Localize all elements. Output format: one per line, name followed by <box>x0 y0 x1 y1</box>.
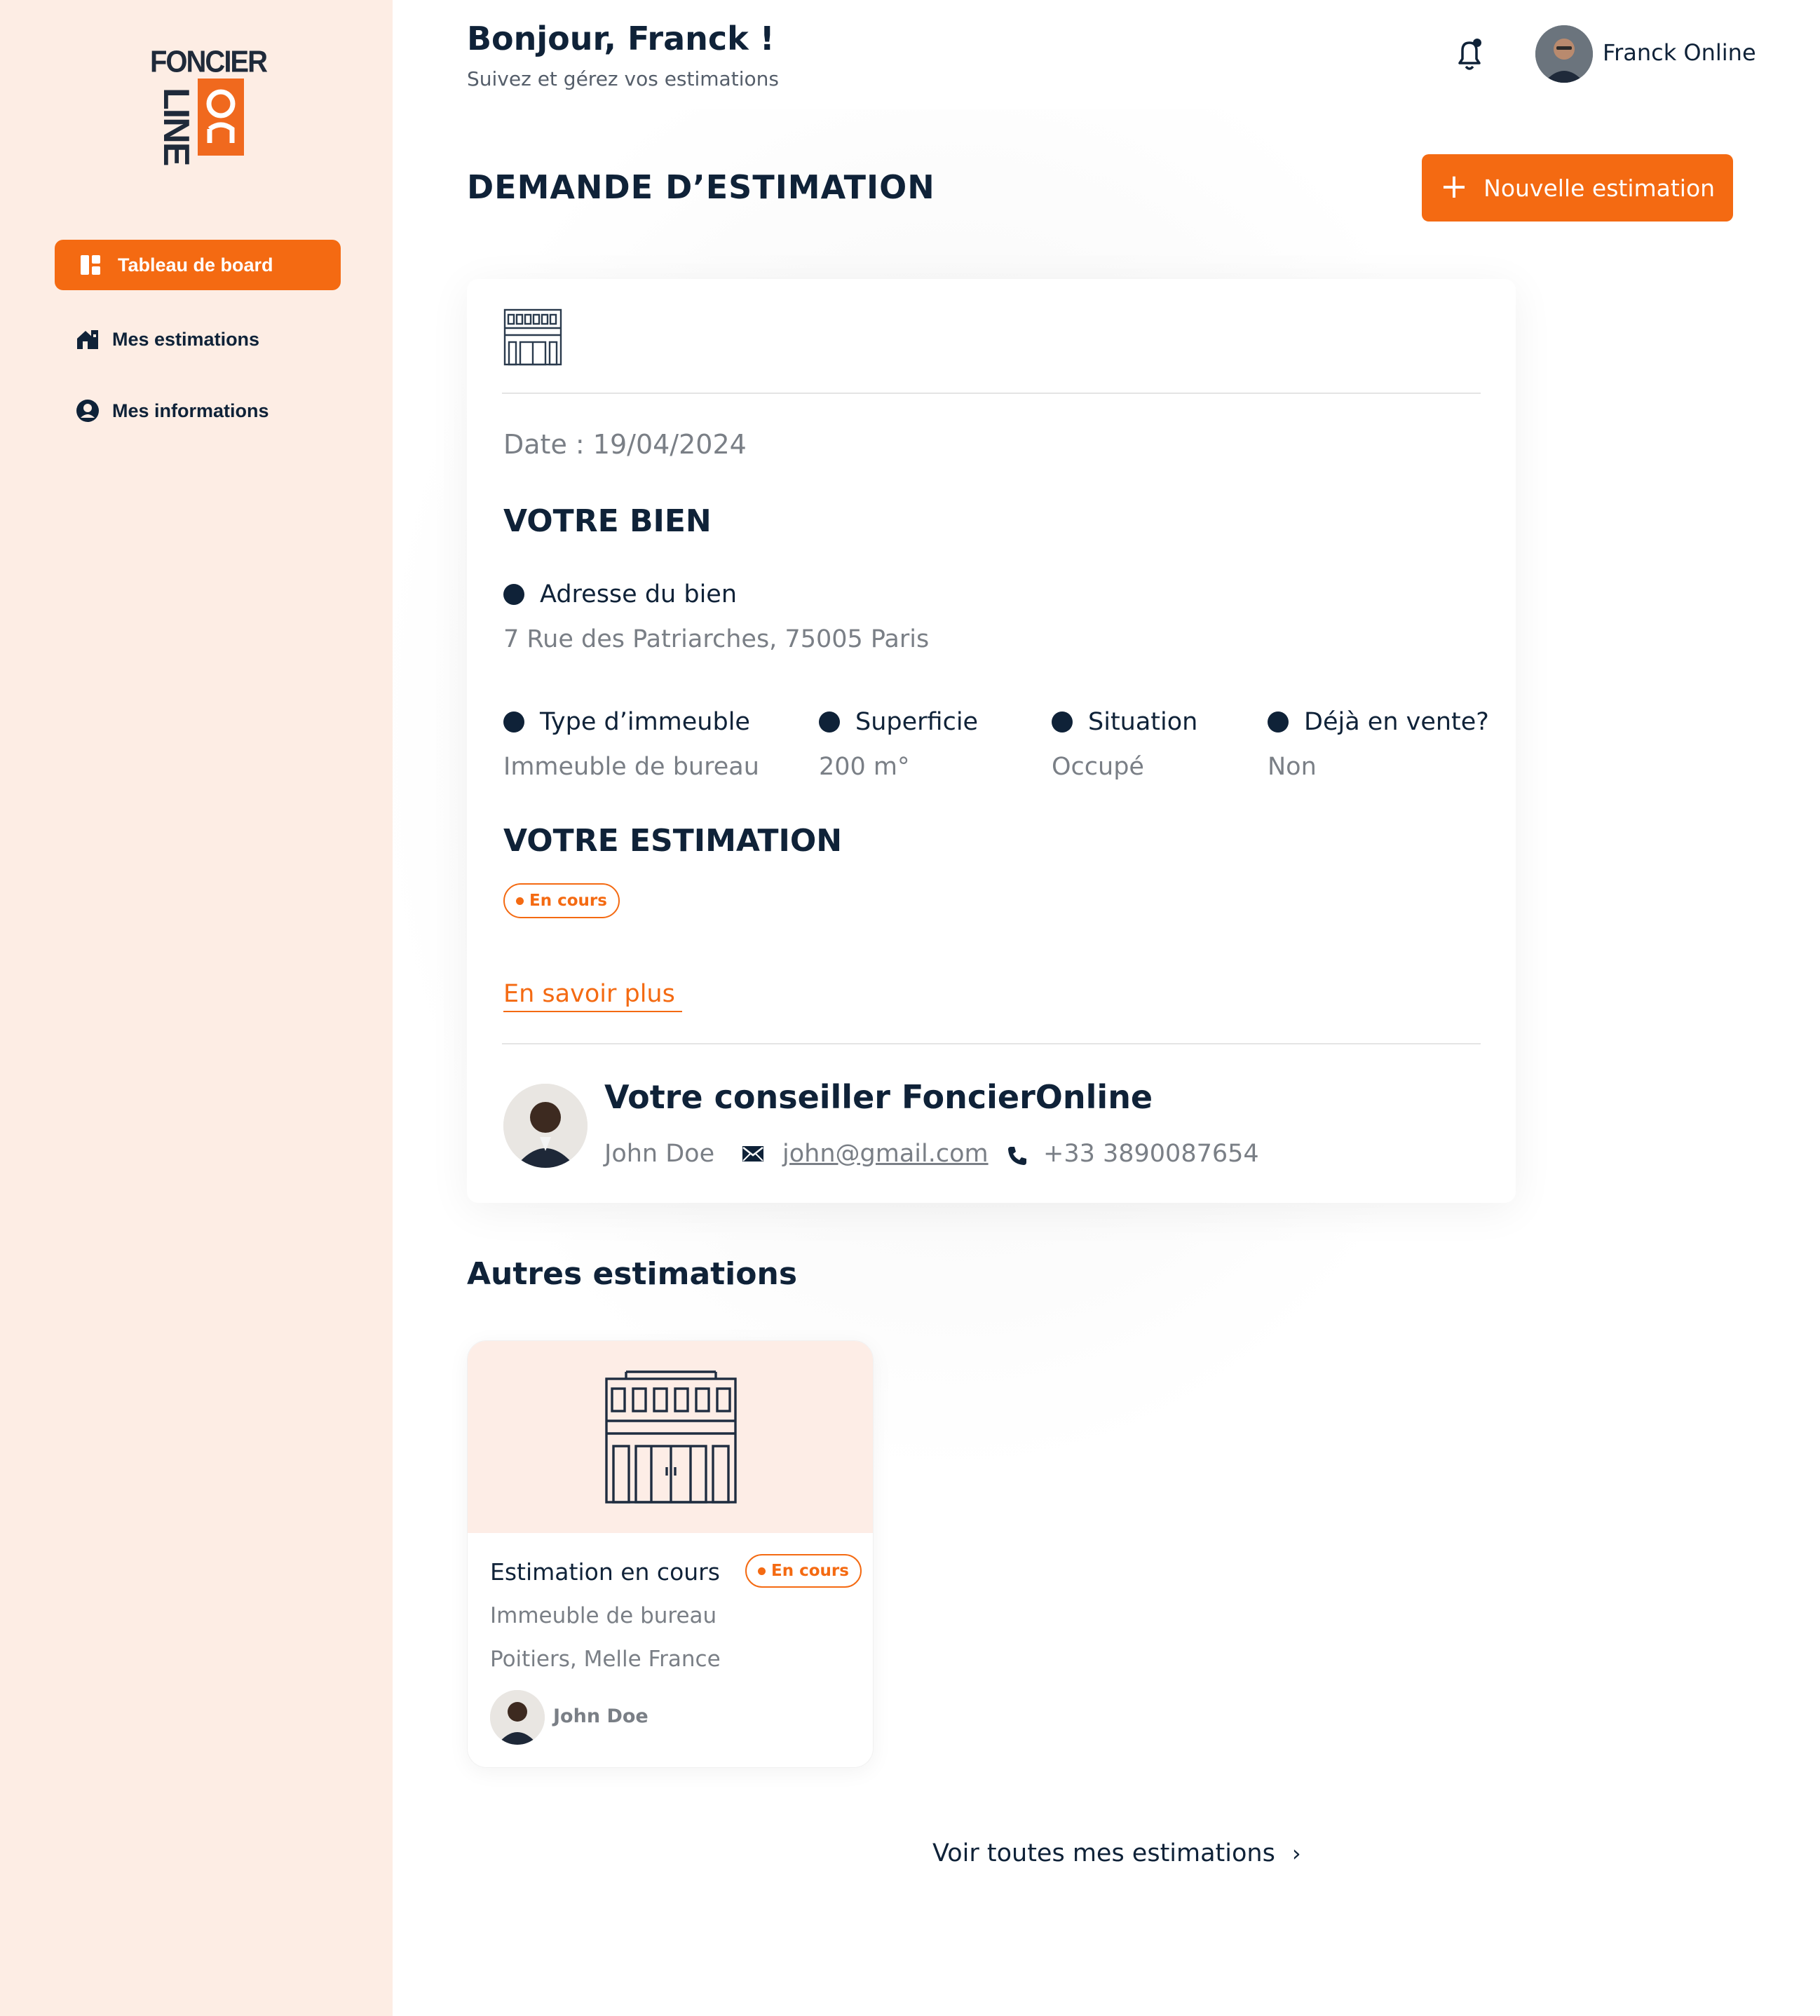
mail-icon <box>742 1145 764 1165</box>
sidebar-item-label: Mes informations <box>112 400 269 421</box>
field-vente-label: Déjà en vente? <box>1268 708 1489 736</box>
status-badge: En cours <box>503 883 620 918</box>
estimation-card: Date : 19/04/2024 VOTRE BIEN Adresse du … <box>467 279 1516 1203</box>
field-situation-label-text: Situation <box>1088 708 1198 736</box>
logo-text-line: LINE <box>156 88 196 165</box>
house-icon <box>76 327 100 351</box>
status-badge: En cours <box>745 1554 862 1588</box>
user-name[interactable]: Franck Online <box>1603 39 1756 66</box>
new-estimation-label: Nouvelle estimation <box>1483 174 1716 202</box>
office-building-icon <box>605 1370 737 1504</box>
status-dot <box>758 1567 766 1575</box>
advisor-title: Votre conseiller FoncierOnline <box>604 1078 1153 1116</box>
advisor-avatar <box>490 1690 545 1745</box>
advisor-name: John Doe <box>604 1140 715 1168</box>
votre-bien-heading: VOTRE BIEN <box>503 503 712 539</box>
status-badge-label: En cours <box>529 892 607 910</box>
user-circle-icon <box>76 399 100 423</box>
address-label-text: Adresse du bien <box>540 580 738 608</box>
advisor-phone[interactable]: +33 3890087654 <box>1043 1140 1259 1168</box>
bullet-dot <box>1052 711 1073 733</box>
bullet-dot <box>503 584 524 605</box>
mini-card-image <box>468 1341 873 1533</box>
mini-card-type: Immeuble de bureau <box>490 1603 717 1628</box>
field-type-label: Type d’immeuble <box>503 708 750 736</box>
field-vente-label-text: Déjà en vente? <box>1304 708 1489 736</box>
field-type-value: Immeuble de bureau <box>503 753 759 781</box>
chevron-right-icon: › <box>1291 1840 1301 1867</box>
top-header: Bonjour, Franck ! Suivez et gérez vos es… <box>393 0 1820 109</box>
sidebar-item-mes-estimations[interactable]: Mes estimations <box>55 314 341 365</box>
address-label: Adresse du bien <box>503 580 737 608</box>
see-all-estimations-link[interactable]: Voir toutes mes estimations › <box>932 1839 1301 1867</box>
sidebar-item-mes-informations[interactable]: Mes informations <box>55 386 341 436</box>
field-vente-value: Non <box>1268 753 1317 781</box>
mini-card-advisor: John Doe <box>553 1705 648 1727</box>
field-superficie-value: 200 m° <box>819 753 910 781</box>
notification-bell-icon[interactable] <box>1454 36 1485 73</box>
plus-icon: + <box>1439 167 1469 206</box>
bullet-dot <box>503 711 524 733</box>
page-title: DEMANDE D’ESTIMATION <box>467 168 935 206</box>
card-divider-bottom <box>502 1043 1481 1044</box>
address-value: 7 Rue des Patriarches, 75005 Paris <box>503 625 930 653</box>
logo-on-mark <box>198 79 244 156</box>
advisor-email-link[interactable]: john@gmail.com <box>782 1140 989 1168</box>
sidebar-item-label: Mes estimations <box>112 328 260 350</box>
greeting-subtitle: Suivez et gérez vos estimations <box>467 67 779 90</box>
estimation-mini-card[interactable]: Estimation en cours En cours Immeuble de… <box>467 1340 874 1768</box>
other-estimations-heading: Autres estimations <box>467 1256 798 1292</box>
field-superficie-label-text: Superficie <box>855 708 979 736</box>
office-building-icon <box>502 307 564 369</box>
foncieronline-logo[interactable]: FONCIER LINE <box>150 45 268 165</box>
mini-card-location: Poitiers, Melle France <box>490 1647 721 1672</box>
estimation-date: Date : 19/04/2024 <box>503 429 747 460</box>
learn-more-link[interactable]: En savoir plus <box>503 980 682 1012</box>
see-all-label: Voir toutes mes estimations <box>932 1839 1275 1867</box>
field-superficie-label: Superficie <box>819 708 978 736</box>
field-type-label-text: Type d’immeuble <box>540 708 750 736</box>
bullet-dot <box>1268 711 1289 733</box>
logo-text-foncier: FONCIER <box>150 45 268 79</box>
status-badge-label: En cours <box>771 1562 849 1580</box>
mini-card-title: Estimation en cours <box>490 1558 720 1586</box>
bullet-dot <box>819 711 840 733</box>
phone-icon <box>1007 1145 1028 1169</box>
greeting-title: Bonjour, Franck ! <box>467 20 775 57</box>
field-situation-value: Occupé <box>1052 753 1144 781</box>
field-situation-label: Situation <box>1052 708 1197 736</box>
card-divider-top <box>502 393 1481 394</box>
advisor-avatar <box>503 1084 588 1168</box>
user-avatar[interactable] <box>1535 25 1593 83</box>
sidebar-item-label: Tableau de board <box>118 254 273 275</box>
sidebar: FONCIER LINE Tableau de board Mes estima… <box>0 0 393 2016</box>
new-estimation-button[interactable]: + Nouvelle estimation <box>1422 154 1733 222</box>
dashboard-icon <box>79 253 102 277</box>
votre-estimation-heading: VOTRE ESTIMATION <box>503 823 843 859</box>
sidebar-item-tableau-de-board[interactable]: Tableau de board <box>55 240 341 290</box>
status-dot <box>516 897 524 905</box>
